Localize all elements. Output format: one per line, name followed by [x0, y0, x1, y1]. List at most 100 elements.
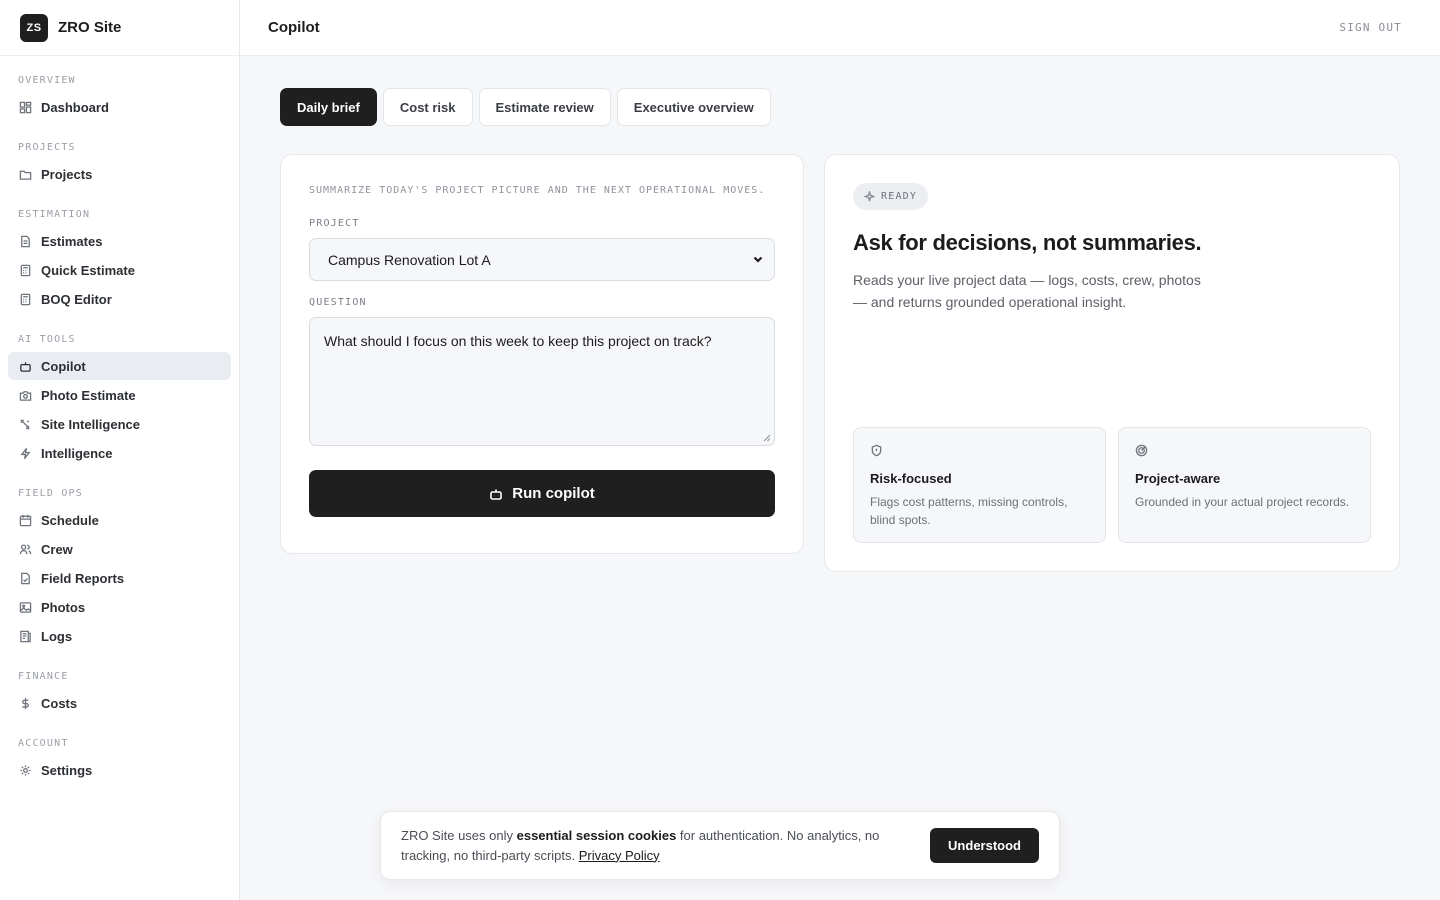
feature-list: Risk-focused Flags cost patterns, missin…: [853, 427, 1371, 543]
brand[interactable]: ZS ZRO Site: [0, 0, 239, 56]
feature-card-project-aware: Project-aware Grounded in your actual pr…: [1118, 427, 1371, 543]
cookie-banner: ZRO Site uses only essential session coo…: [380, 811, 1060, 880]
nav-section-overview: OVERVIEW: [18, 75, 76, 86]
image-icon: [18, 600, 32, 614]
sidebar-item-field-reports[interactable]: Field Reports: [8, 564, 231, 592]
run-copilot-label: Run copilot: [512, 485, 595, 502]
form-intro: SUMMARIZE TODAY'S PROJECT PICTURE AND TH…: [309, 185, 766, 196]
cookie-text-start: ZRO Site uses only: [401, 827, 517, 843]
sidebar-item-label: Settings: [41, 762, 93, 778]
sidebar: ZS ZRO Site OVERVIEW Dashboard PROJECTS …: [0, 0, 240, 900]
sidebar-item-label: Site Intelligence: [41, 416, 140, 432]
sidebar-item-label: Quick Estimate: [41, 262, 135, 278]
tab-cost-risk[interactable]: Cost risk: [382, 88, 473, 126]
copilot-form-card: SUMMARIZE TODAY'S PROJECT PICTURE AND TH…: [280, 154, 804, 554]
sidebar-item-label: Crew: [41, 541, 73, 557]
calendar-icon: [18, 513, 32, 527]
nav-section-field-ops: FIELD OPS: [18, 488, 83, 499]
sidebar-item-label: Dashboard: [41, 99, 109, 115]
tab-daily-brief[interactable]: Daily brief: [280, 88, 377, 126]
sidebar-item-intelligence[interactable]: Intelligence: [8, 439, 231, 467]
sidebar-item-boq-editor[interactable]: BOQ Editor: [8, 285, 231, 313]
satellite-icon: [18, 417, 32, 431]
sidebar-item-label: Field Reports: [41, 570, 125, 586]
question-textarea[interactable]: What should I focus on this week to keep…: [309, 317, 775, 446]
feature-title: Project-aware: [1135, 471, 1221, 486]
feature-description: Grounded in your actual project records.: [1135, 495, 1350, 509]
project-select[interactable]: Campus Renovation Lot A: [309, 238, 775, 281]
nav-section-ai-tools: AI TOOLS: [18, 334, 76, 345]
calculator-icon: [18, 292, 32, 306]
resize-handle-icon[interactable]: [763, 434, 771, 442]
bot-icon: [490, 489, 503, 500]
sidebar-item-label: Estimates: [41, 233, 103, 249]
lightning-icon: [18, 446, 32, 460]
dollar-icon: [18, 696, 32, 710]
understood-button[interactable]: Understood: [930, 828, 1039, 863]
project-select-value: Campus Renovation Lot A: [328, 251, 491, 268]
sidebar-item-label: Schedule: [41, 512, 99, 528]
logs-icon: [18, 629, 32, 643]
report-icon: [18, 571, 32, 585]
sidebar-item-logs[interactable]: Logs: [8, 622, 231, 650]
dashboard-icon: [18, 100, 32, 114]
shield-icon: [870, 444, 883, 461]
status-badge-label: READY: [881, 191, 918, 202]
feature-card-risk-focused: Risk-focused Flags cost patterns, missin…: [853, 427, 1106, 543]
tab-executive-overview[interactable]: Executive overview: [616, 88, 771, 126]
sidebar-item-label: Copilot: [41, 358, 86, 374]
sidebar-item-photos[interactable]: Photos: [8, 593, 231, 621]
question-label: QUESTION: [309, 297, 367, 308]
page-title: Copilot: [268, 19, 320, 36]
topbar: Copilot SIGN OUT: [240, 0, 1440, 56]
gear-icon: [18, 763, 32, 777]
calculator-icon: [18, 263, 32, 277]
sidebar-item-photo-estimate[interactable]: Photo Estimate: [8, 381, 231, 409]
sidebar-item-projects[interactable]: Projects: [8, 160, 231, 188]
tab-estimate-review[interactable]: Estimate review: [478, 88, 611, 126]
sign-out-button[interactable]: SIGN OUT: [1339, 21, 1402, 34]
sidebar-item-estimates[interactable]: Estimates: [8, 227, 231, 255]
sidebar-item-label: Photo Estimate: [41, 387, 136, 403]
sidebar-item-label: Photos: [41, 599, 86, 615]
feature-description: Flags cost patterns, missing controls, b…: [870, 495, 1068, 527]
sidebar-item-site-intelligence[interactable]: Site Intelligence: [8, 410, 231, 438]
nav-section-projects: PROJECTS: [18, 142, 76, 153]
panel-title: Ask for decisions, not summaries.: [853, 230, 1202, 255]
users-icon: [18, 542, 32, 556]
sidebar-item-label: Logs: [41, 628, 73, 644]
sidebar-item-quick-estimate[interactable]: Quick Estimate: [8, 256, 231, 284]
nav-section-estimation: ESTIMATION: [18, 209, 91, 220]
copilot-tabs: Daily brief Cost risk Estimate review Ex…: [280, 88, 771, 126]
run-copilot-button[interactable]: Run copilot: [309, 470, 775, 517]
sidebar-item-label: BOQ Editor: [41, 291, 112, 307]
sidebar-item-costs[interactable]: Costs: [8, 689, 231, 717]
sidebar-nav: OVERVIEW Dashboard PROJECTS Projects EST…: [0, 56, 239, 784]
sidebar-item-schedule[interactable]: Schedule: [8, 506, 231, 534]
nav-section-account: ACCOUNT: [18, 738, 69, 749]
sparkle-icon: [864, 191, 875, 202]
feature-title: Risk-focused: [870, 471, 952, 486]
project-label: PROJECT: [309, 218, 360, 229]
cookie-text: ZRO Site uses only essential session coo…: [401, 826, 911, 866]
bot-icon: [18, 359, 32, 373]
status-badge: READY: [853, 183, 929, 210]
panel-description: Reads your live project data — logs, cos…: [853, 272, 1201, 310]
sidebar-item-crew[interactable]: Crew: [8, 535, 231, 563]
cookie-text-bold: essential session cookies: [516, 827, 677, 843]
sidebar-item-label: Intelligence: [41, 445, 113, 461]
chevron-down-icon: [752, 252, 764, 268]
sidebar-item-copilot[interactable]: Copilot: [8, 352, 231, 380]
copilot-info-card: READY Ask for decisions, not summaries. …: [824, 154, 1400, 572]
target-icon: [1135, 444, 1148, 461]
privacy-policy-link[interactable]: Privacy Policy: [579, 848, 660, 863]
brand-name: ZRO Site: [58, 19, 122, 36]
camera-icon: [18, 388, 32, 402]
sidebar-item-dashboard[interactable]: Dashboard: [8, 93, 231, 121]
brand-logo: ZS: [20, 13, 48, 42]
sidebar-item-settings[interactable]: Settings: [8, 756, 231, 784]
question-value: What should I focus on this week to keep…: [324, 333, 712, 349]
document-icon: [18, 234, 32, 248]
sidebar-item-label: Costs: [41, 695, 78, 711]
nav-section-finance: FINANCE: [18, 671, 69, 682]
